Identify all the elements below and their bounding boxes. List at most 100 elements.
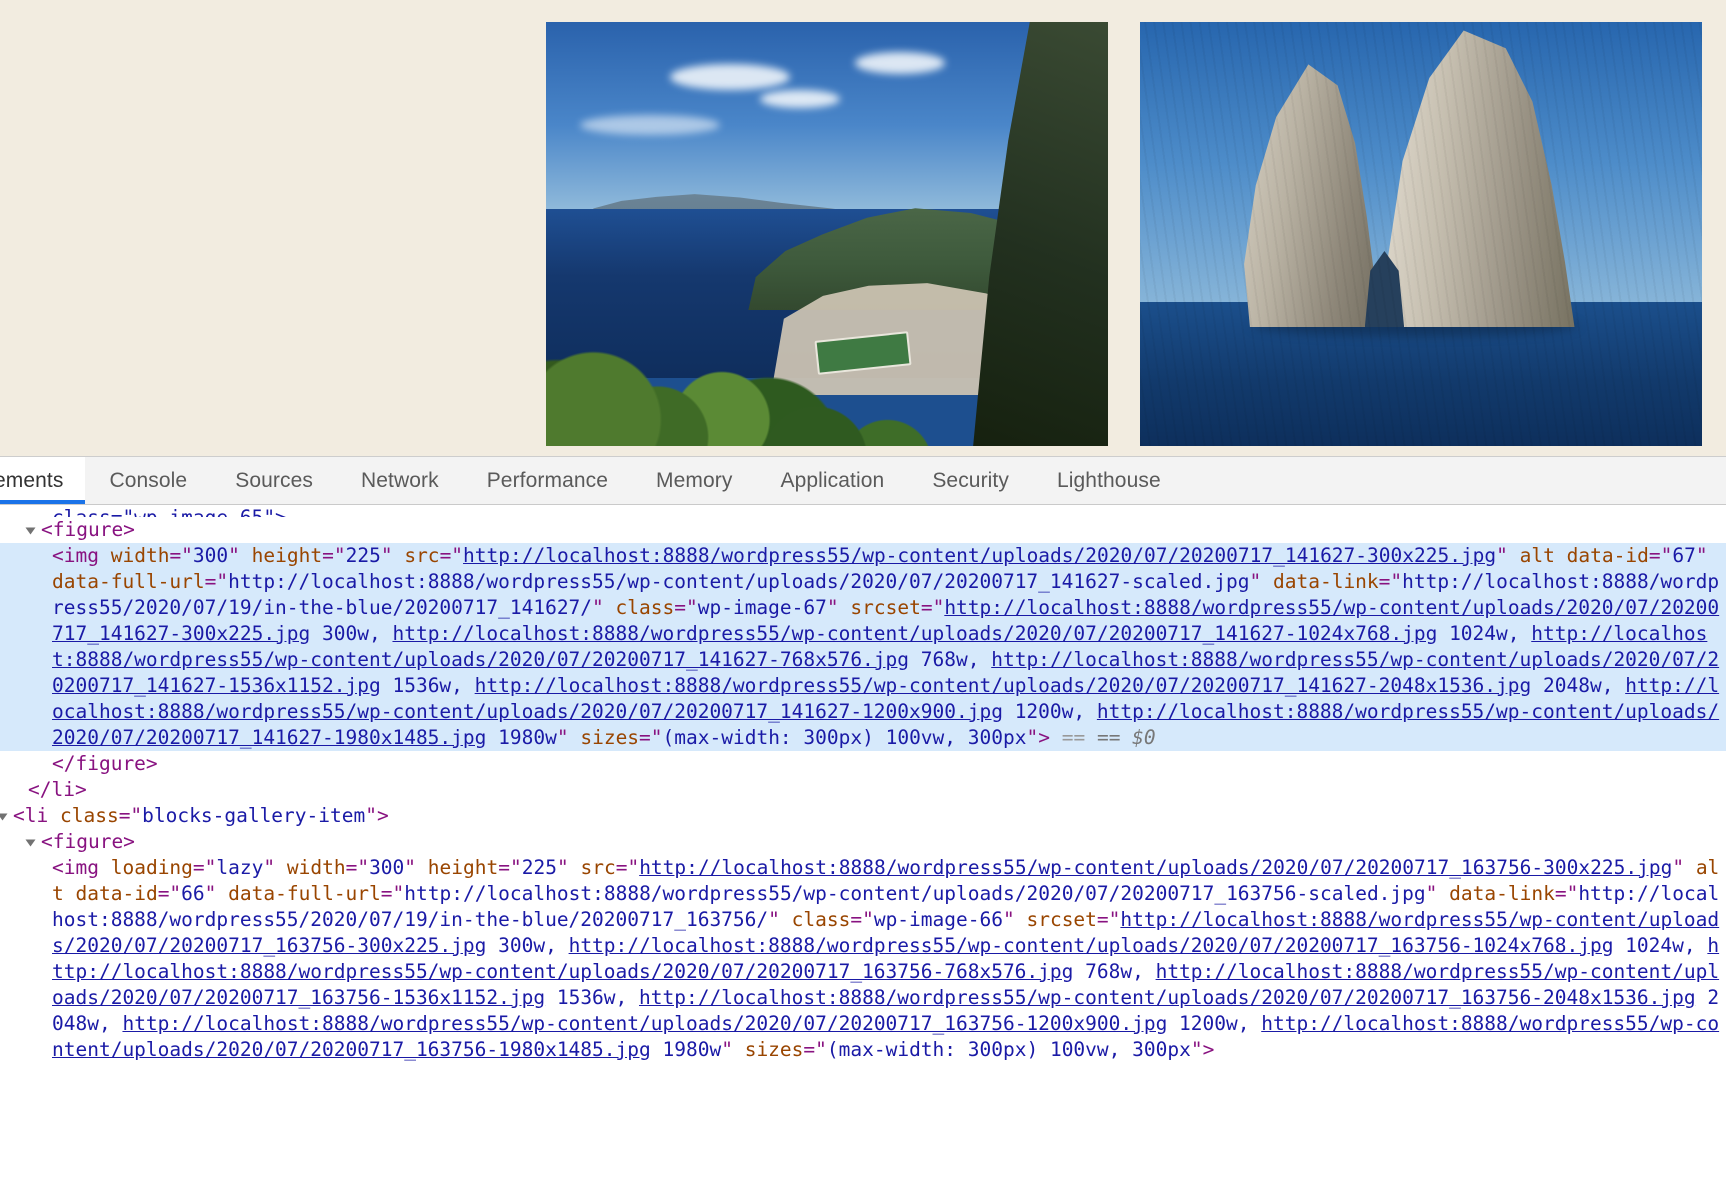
attr-class-value: blocks-gallery-item <box>142 804 365 827</box>
expand-triangle-icon[interactable] <box>26 839 36 846</box>
tab-label: Console <box>109 469 187 493</box>
angle-close: > <box>377 804 389 827</box>
tab-application[interactable]: Application <box>756 457 908 504</box>
devtools-panel: ements Console Sources Network Performan… <box>0 456 1726 1196</box>
srcset-width: 1200w, <box>1167 1012 1261 1035</box>
attr-height-value: 225 <box>522 856 557 879</box>
page-preview <box>0 0 1726 456</box>
attr-class: class <box>616 596 675 619</box>
srcset-width: 1536w, <box>381 674 475 697</box>
tab-lighthouse[interactable]: Lighthouse <box>1033 457 1185 504</box>
attr-class: class <box>792 908 851 931</box>
attr-height-value: 225 <box>346 544 381 567</box>
devtools-tabbar: ements Console Sources Network Performan… <box>0 457 1726 505</box>
attr-src-value[interactable]: http://localhost:8888/wordpress55/wp-con… <box>463 544 1496 567</box>
srcset-width: 1536w, <box>545 986 639 1009</box>
elements-tree[interactable]: class="wp-image-65"> <figure> <img width… <box>0 505 1726 1196</box>
expand-triangle-icon[interactable] <box>0 813 8 820</box>
tab-console[interactable]: Console <box>85 457 211 504</box>
angle-open: < <box>52 856 64 879</box>
tab-label: Performance <box>487 469 608 493</box>
angle-close: > <box>1203 1038 1215 1061</box>
attr-loading: loading <box>111 856 193 879</box>
attr-height: height <box>252 544 322 567</box>
attr-data-id: data-id <box>76 882 158 905</box>
srcset-width: 1024w, <box>1437 622 1531 645</box>
srcset-width: 300w, <box>310 622 392 645</box>
attr-data-full-url-value: http://localhost:8888/wordpress55/wp-con… <box>404 882 1425 905</box>
attr-data-link: data-link <box>1273 570 1379 593</box>
image-gallery <box>546 22 1702 446</box>
attr-sizes-value: (max-width: 300px) 100vw, 300px <box>663 726 1027 749</box>
tab-performance[interactable]: Performance <box>463 457 632 504</box>
figure-open-tag: <figure> <box>41 830 135 853</box>
attr-class: class <box>60 804 119 827</box>
clipped-tree-row[interactable]: class="wp-image-65"> <box>0 505 1726 517</box>
attr-srcset: srcset <box>850 596 920 619</box>
srcset-width: 1024w, <box>1613 934 1707 957</box>
expand-triangle-icon[interactable] <box>26 527 36 534</box>
tab-label: Security <box>932 469 1009 493</box>
foreground-foliage <box>748 370 973 446</box>
attr-class-value: wp-image-67 <box>698 596 827 619</box>
attr-src: src <box>404 544 439 567</box>
li-close-tag: </li> <box>28 778 87 801</box>
tree-row-figure-close[interactable]: </figure> <box>0 751 1726 777</box>
attr-data-id-value: 67 <box>1672 544 1695 567</box>
tab-memory[interactable]: Memory <box>632 457 756 504</box>
tree-row-figure-open-2[interactable]: <figure> <box>0 829 1726 855</box>
srcset-url[interactable]: http://localhost:8888/wordpress55/wp-con… <box>475 674 1532 697</box>
angle-close: > <box>1038 726 1050 749</box>
attr-sizes: sizes <box>580 726 639 749</box>
capri-coastline-photo[interactable] <box>546 22 1108 446</box>
attr-data-full-url: data-full-url <box>52 570 205 593</box>
attr-alt: alt <box>1520 544 1555 567</box>
srcset-url[interactable]: http://localhost:8888/wordpress55/wp-con… <box>569 934 1614 957</box>
tab-label: Sources <box>235 469 313 493</box>
clipped-text: class="wp-image-65"> <box>52 506 287 517</box>
attr-data-id: data-id <box>1567 544 1649 567</box>
attr-width: width <box>111 544 170 567</box>
tab-label: ements <box>0 469 63 493</box>
srcset-url[interactable]: http://localhost:8888/wordpress55/wp-con… <box>392 622 1437 645</box>
attr-sizes-value: (max-width: 300px) 100vw, 300px <box>827 1038 1191 1061</box>
tab-label: Lighthouse <box>1057 469 1161 493</box>
attr-width-value: 300 <box>369 856 404 879</box>
attr-loading-value: lazy <box>216 856 263 879</box>
srcset-width: 300w, <box>486 934 568 957</box>
attr-data-full-url-value: http://localhost:8888/wordpress55/wp-con… <box>228 570 1249 593</box>
srcset-width: 1980w <box>486 726 556 749</box>
srcset-width: 1200w, <box>1003 700 1097 723</box>
tree-row-img-selected[interactable]: <img width="300" height="225" src="http:… <box>0 543 1726 751</box>
tree-row-img-2[interactable]: <img loading="lazy" width="300" height="… <box>0 855 1726 1063</box>
angle-open: < <box>13 804 25 827</box>
attr-data-full-url: data-full-url <box>228 882 381 905</box>
attr-height: height <box>428 856 498 879</box>
faraglioni-rocks-photo[interactable] <box>1140 22 1702 446</box>
tree-row-figure-open[interactable]: <figure> <box>0 517 1726 543</box>
srcset-url[interactable]: http://localhost:8888/wordpress55/wp-con… <box>639 986 1696 1009</box>
attr-data-link: data-link <box>1449 882 1555 905</box>
attr-width-value: 300 <box>193 544 228 567</box>
img-tag-name: img <box>64 544 99 567</box>
attr-srcset: srcset <box>1026 908 1096 931</box>
screenshot-root: ements Console Sources Network Performan… <box>0 0 1726 1196</box>
attr-class-value: wp-image-66 <box>874 908 1003 931</box>
img-tag-name: img <box>64 856 99 879</box>
tab-security[interactable]: Security <box>908 457 1033 504</box>
cloud-shape <box>855 52 945 74</box>
attr-src: src <box>580 856 615 879</box>
attr-width: width <box>287 856 346 879</box>
tree-row-li-open[interactable]: <li class="blocks-gallery-item"> <box>0 803 1726 829</box>
srcset-width: 2048w, <box>1531 674 1625 697</box>
tree-row-li-close[interactable]: </li> <box>0 777 1726 803</box>
attr-sizes: sizes <box>745 1038 804 1061</box>
attr-src-value[interactable]: http://localhost:8888/wordpress55/wp-con… <box>639 856 1672 879</box>
srcset-url[interactable]: http://localhost:8888/wordpress55/wp-con… <box>122 1012 1167 1035</box>
tab-sources[interactable]: Sources <box>211 457 337 504</box>
tab-elements[interactable]: ements <box>0 457 85 504</box>
tab-network[interactable]: Network <box>337 457 463 504</box>
selected-node-marker: == $0 <box>1097 726 1156 749</box>
attr-data-id-value: 66 <box>181 882 204 905</box>
srcset-width: 1980w <box>651 1038 721 1061</box>
